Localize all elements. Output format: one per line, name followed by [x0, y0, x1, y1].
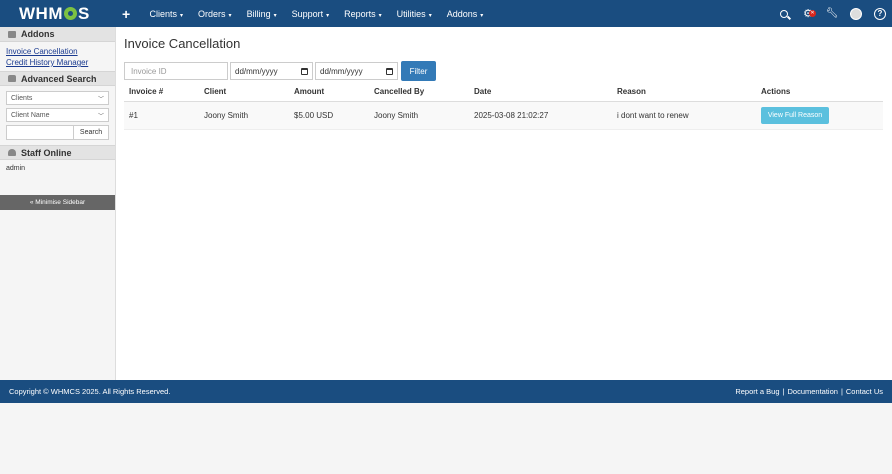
logo-gear-icon [63, 7, 77, 20]
nav-utilities[interactable]: Utilities ▾ [389, 9, 439, 19]
help-icon[interactable]: ? [868, 7, 892, 20]
page-title: Invoice Cancellation [124, 36, 241, 51]
chevron-down-icon: ▾ [228, 12, 232, 19]
sidebar-addons-header: Addons [0, 27, 115, 42]
quick-add-button[interactable]: + [122, 6, 136, 22]
report-bug-link[interactable]: Report a Bug [735, 387, 779, 396]
chevron-down-icon: ﹀ [97, 96, 104, 103]
col-amount[interactable]: Amount [289, 83, 369, 102]
search-icon[interactable] [772, 9, 796, 18]
chevron-down-icon: ▾ [428, 12, 432, 19]
cell-amount: $5.00 USD [289, 101, 369, 130]
staff-online-user: admin [6, 165, 26, 172]
sidebar-link-credit-history[interactable]: Credit History Manager [0, 57, 115, 68]
filter-bar: Invoice ID dd/mm/yyyy dd/mm/yyyy Filter [124, 61, 436, 81]
contact-us-link[interactable]: Contact Us [846, 387, 883, 396]
cell-invoice: #1 [124, 101, 199, 130]
sidebar: Addons Invoice Cancellation Credit Histo… [0, 27, 116, 380]
col-reason[interactable]: Reason [612, 83, 756, 102]
search-type-select[interactable]: Clients ﹀ [6, 91, 109, 105]
calendar-icon[interactable] [301, 67, 308, 75]
table-header-row: Invoice # Client Amount Cancelled By Dat… [124, 83, 883, 102]
cell-client: Joony Smith [199, 101, 289, 130]
nav-orders[interactable]: Orders ▾ [191, 9, 240, 19]
whmcs-logo[interactable]: WHM S [19, 4, 97, 24]
chevron-down-icon: ▾ [180, 12, 184, 19]
search-row: Search [6, 125, 109, 140]
date-from-input[interactable]: dd/mm/yyyy [230, 62, 313, 80]
col-client[interactable]: Client [199, 83, 289, 102]
sidebar-advanced-search-header: Advanced Search [0, 71, 115, 86]
main-nav: Clients ▾ Orders ▾ Billing ▾ Support ▾ Repor… [142, 9, 491, 19]
main-content: Invoice Cancellation Invoice ID dd/mm/yy… [116, 27, 892, 380]
search-input[interactable] [6, 125, 74, 140]
col-date[interactable]: Date [469, 83, 612, 102]
footer-links: Report a Bug | Documentation | Contact Us [735, 387, 883, 396]
logo-text-left: WHM [19, 3, 63, 23]
documentation-link[interactable]: Documentation [787, 387, 837, 396]
sidebar-staff-online-header: Staff Online [0, 145, 115, 160]
search-button[interactable]: Search [74, 125, 109, 140]
footer: Copyright © WHMCS 2025. All Rights Reser… [0, 380, 892, 403]
chevron-down-icon: ▾ [273, 12, 277, 19]
nav-clients[interactable]: Clients ▾ [142, 9, 191, 19]
minimise-sidebar-button[interactable]: « Minimise Sidebar [0, 195, 115, 210]
sidebar-link-invoice-cancellation[interactable]: Invoice Cancellation [0, 46, 115, 57]
wrench-icon[interactable]: 🔧︎ [820, 8, 844, 19]
chevron-down-icon: ▾ [480, 12, 484, 19]
nav-reports[interactable]: Reports ▾ [337, 9, 390, 19]
avatar[interactable] [844, 7, 868, 20]
nav-support[interactable]: Support ▾ [284, 9, 337, 19]
col-actions: Actions [756, 83, 883, 102]
search-field-select[interactable]: Client Name ﹀ [6, 108, 109, 122]
nav-right-tools: ⚙ ✕ 🔧︎ ? [772, 0, 892, 27]
cell-reason: i dont want to renew [612, 101, 756, 130]
cell-actions: View Full Reason [756, 101, 883, 130]
col-cancelled-by[interactable]: Cancelled By [369, 83, 469, 102]
users-icon [8, 149, 16, 156]
copyright-text: Copyright © WHMCS 2025. All Rights Reser… [9, 387, 171, 396]
col-invoice[interactable]: Invoice # [124, 83, 199, 102]
date-to-input[interactable]: dd/mm/yyyy [315, 62, 398, 80]
filter-button[interactable]: Filter [401, 61, 436, 81]
nav-addons[interactable]: Addons ▾ [439, 9, 491, 19]
logo-text-right: S [77, 3, 90, 23]
alert-badge: ✕ [809, 10, 816, 17]
view-full-reason-button[interactable]: View Full Reason [761, 106, 829, 124]
chevron-down-icon: ▾ [378, 12, 382, 19]
chevron-down-icon: ▾ [326, 12, 330, 19]
top-navbar: WHM S + Clients ▾ Orders ▾ Billing ▾ Support… [0, 0, 892, 27]
cell-date: 2025-03-08 21:02:27 [469, 101, 612, 130]
calendar-icon[interactable] [386, 67, 393, 75]
cancellation-table: Invoice # Client Amount Cancelled By Dat… [124, 83, 883, 130]
invoice-id-input[interactable]: Invoice ID [124, 62, 228, 80]
box-icon [8, 30, 16, 38]
page-bottom-area [0, 403, 892, 474]
binoculars-icon [8, 75, 16, 82]
cell-cancelled-by: Joony Smith [369, 101, 469, 130]
nav-billing[interactable]: Billing ▾ [239, 9, 284, 19]
chevron-down-icon: ﹀ [97, 113, 104, 120]
automation-gears-icon[interactable]: ⚙ ✕ [796, 7, 820, 20]
table-row: #1 Joony Smith $5.00 USD Joony Smith 202… [124, 101, 883, 130]
